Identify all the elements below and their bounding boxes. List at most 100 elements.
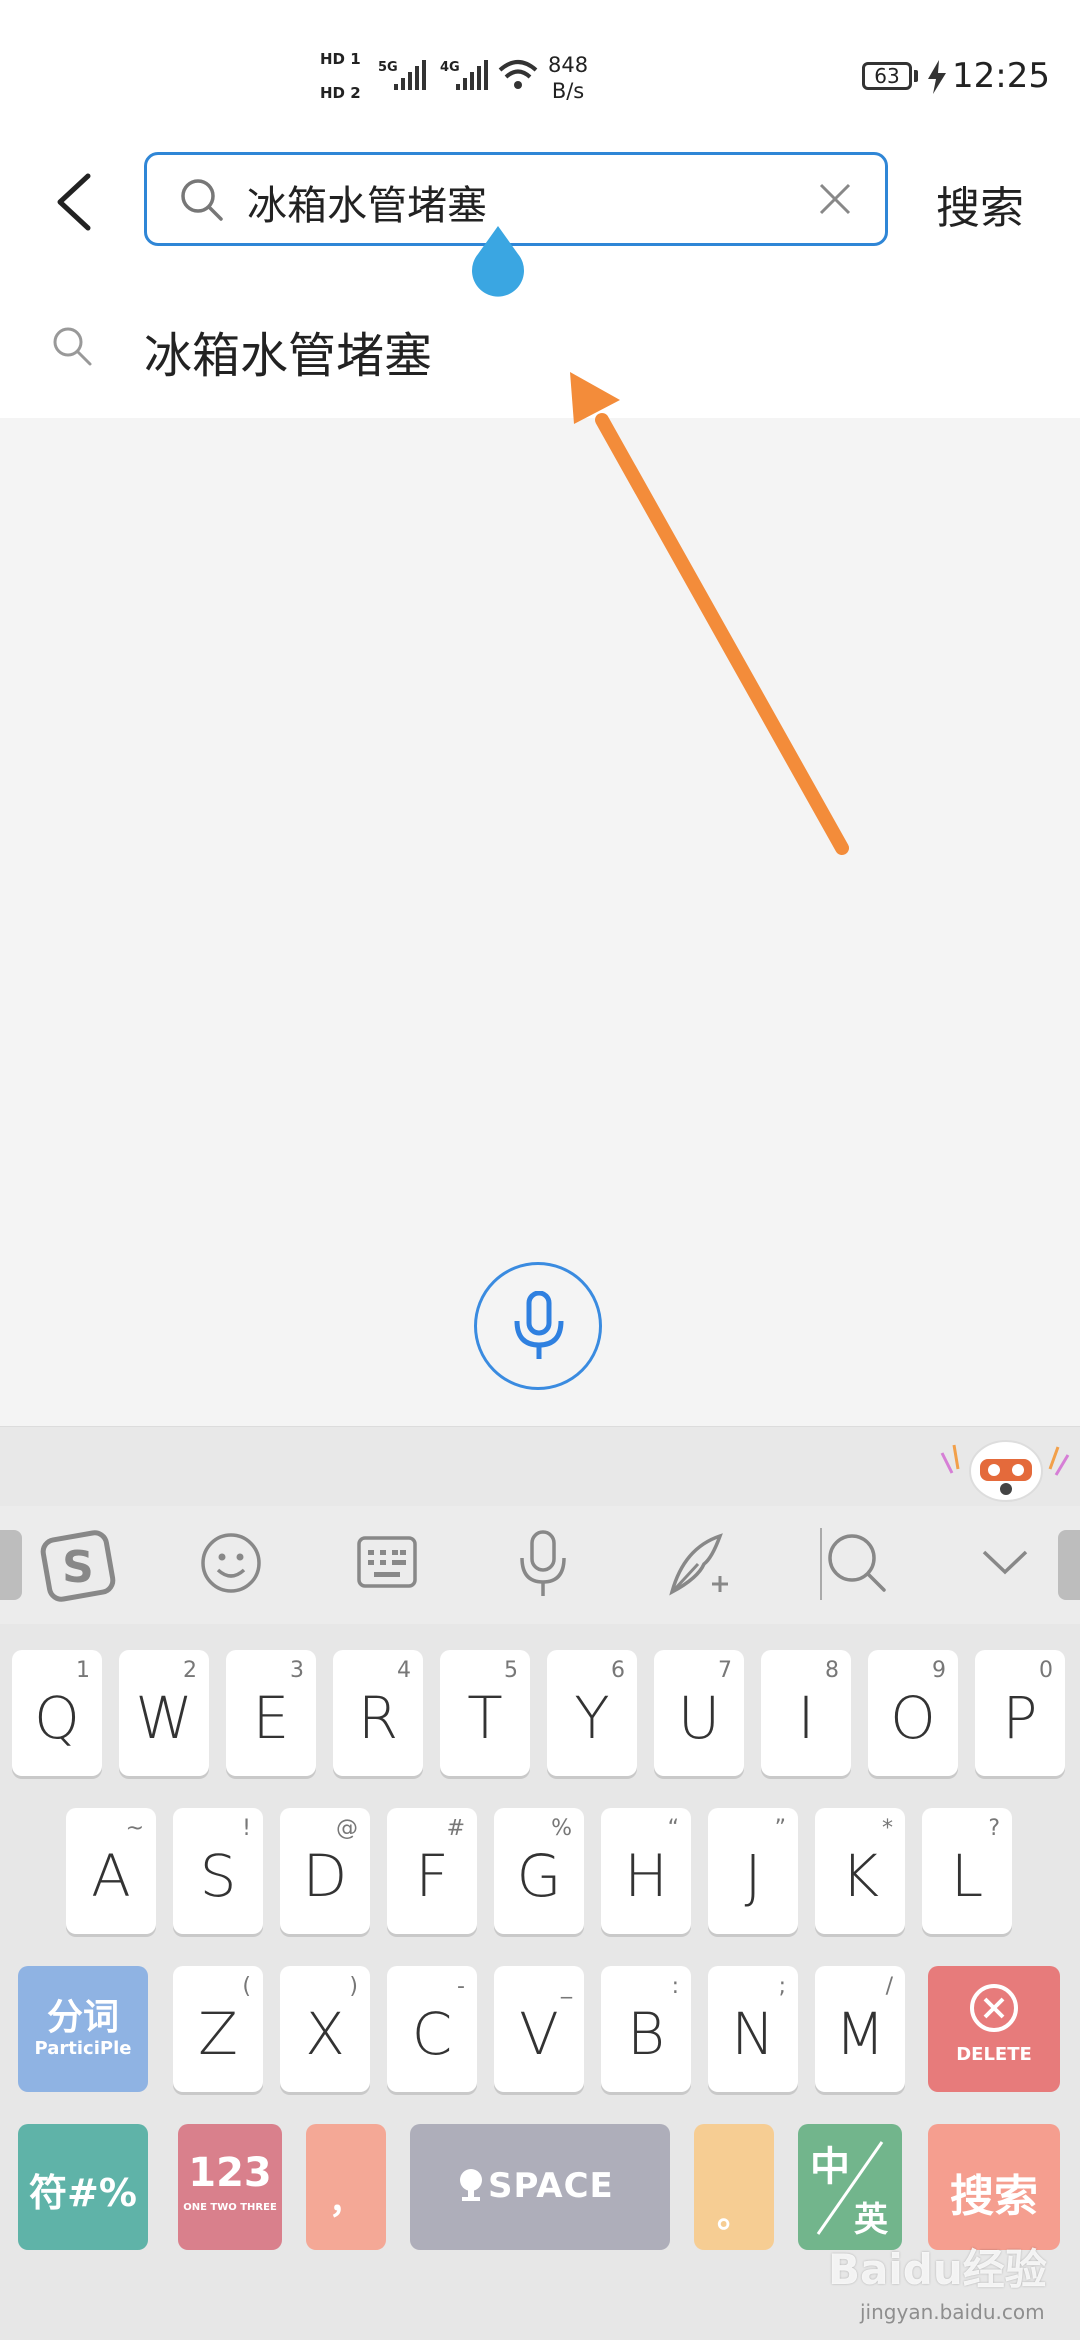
key-sub-label: ;: [778, 1974, 786, 1999]
key-sub-label: -: [457, 1974, 465, 1999]
delete-icon: [970, 1984, 1018, 2032]
key-sub-label: @: [336, 1816, 358, 1841]
key-label: A: [91, 1842, 131, 1910]
enter-search-key[interactable]: 搜索: [928, 2124, 1060, 2250]
key-sub-label: ): [349, 1974, 358, 1999]
mascot-icon[interactable]: [940, 1433, 1070, 1503]
microphone-icon[interactable]: [512, 1528, 574, 1600]
key-label: R: [357, 1684, 399, 1752]
key-b[interactable]: :B: [601, 1966, 691, 2092]
key-v[interactable]: _ V: [494, 1966, 584, 2092]
sim2-indicator: HD 2: [320, 84, 361, 102]
collapse-keyboard-icon[interactable]: [980, 1542, 1030, 1582]
sogou-logo-icon[interactable]: S: [38, 1526, 118, 1606]
key-label: V: [519, 2000, 559, 2068]
key-sub-label: 3: [290, 1658, 304, 1683]
network-speed-value: 848: [548, 53, 589, 77]
battery-cap: [914, 70, 918, 82]
key-r[interactable]: 4R: [333, 1650, 423, 1776]
emoji-icon[interactable]: [198, 1530, 264, 1596]
keyboard-icon[interactable]: [356, 1532, 418, 1592]
key-sub-label: (: [242, 1974, 251, 1999]
delete-key[interactable]: DELETE: [928, 1966, 1060, 2092]
key-label: N: [731, 2000, 775, 2068]
key-d[interactable]: @ D: [280, 1808, 370, 1934]
comma-key[interactable]: ，: [306, 2124, 386, 2250]
space-key[interactable]: SPACE: [410, 2124, 670, 2250]
key-sub-label: !: [242, 1816, 251, 1841]
text-cursor-handle[interactable]: [468, 226, 528, 298]
space-label: SPACE: [488, 2166, 614, 2206]
key-j[interactable]: ” J: [708, 1808, 798, 1934]
key-u[interactable]: 7U: [654, 1650, 744, 1776]
symbols-label: 符#%: [29, 2171, 137, 2215]
charging-icon: [928, 60, 946, 94]
key-sub-label: %: [551, 1816, 572, 1841]
number-sub-label: ONE TWO THREE: [183, 2202, 277, 2213]
clear-icon[interactable]: [817, 181, 853, 217]
handwriting-quill-icon[interactable]: [664, 1528, 736, 1600]
microphone-icon: [460, 2169, 482, 2201]
key-x[interactable]: ) X: [280, 1966, 370, 2092]
key-q[interactable]: 1Q: [12, 1650, 102, 1776]
key-k[interactable]: * K: [815, 1808, 905, 1934]
key-sub-label: 8: [825, 1658, 839, 1683]
key-a[interactable]: ~ A: [66, 1808, 156, 1934]
search-button[interactable]: 搜索: [936, 172, 1024, 236]
sim1-indicator: HD 1: [320, 50, 361, 68]
key-o[interactable]: 9O: [868, 1650, 958, 1776]
key-sub-label: 1: [76, 1658, 90, 1683]
key-l[interactable]: ? L: [922, 1808, 1012, 1934]
key-label: E: [252, 1684, 290, 1752]
key-sub-label: /: [885, 1974, 893, 1999]
key-label: C: [411, 2000, 453, 2068]
key-f[interactable]: # F: [387, 1808, 477, 1934]
key-s[interactable]: ! S: [173, 1808, 263, 1934]
key-sub-label: 4: [397, 1658, 411, 1683]
key-e[interactable]: 3E: [226, 1650, 316, 1776]
period-key[interactable]: 。: [694, 2124, 774, 2250]
symbols-key[interactable]: 符#%: [18, 2124, 148, 2250]
key-t[interactable]: 5T: [440, 1650, 530, 1776]
key-label: H: [624, 1842, 668, 1910]
key-label: G: [516, 1842, 562, 1910]
key-z[interactable]: (Z: [173, 1966, 263, 2092]
scroll-edge-right: [1058, 1530, 1080, 1600]
key-sub-label: *: [882, 1816, 893, 1841]
watermark-text: Baidu经验: [828, 2245, 1047, 2294]
language-switch-key[interactable]: 中 英: [798, 2124, 902, 2250]
key-sub-label: ?: [988, 1816, 1000, 1841]
watermark-url: jingyan.baidu.com: [860, 2300, 1045, 2324]
period-label: 。: [717, 2196, 751, 2236]
key-y[interactable]: 6Y: [547, 1650, 637, 1776]
enter-search-label: 搜索: [950, 2171, 1038, 2222]
signal-icon-2: [456, 60, 488, 90]
key-label: S: [199, 1842, 237, 1910]
key-m[interactable]: / M: [815, 1966, 905, 2092]
toolbar-divider: [820, 1528, 822, 1600]
key-label: Q: [34, 1684, 80, 1752]
participle-key[interactable]: 分词 ParticiPle: [18, 1966, 148, 2092]
key-sub-label: 9: [932, 1658, 946, 1683]
number-key[interactable]: 123 ONE TWO THREE: [178, 2124, 282, 2250]
key-g[interactable]: % G: [494, 1808, 584, 1934]
scroll-edge-left: [0, 1530, 22, 1600]
key-n[interactable]: ; N: [708, 1966, 798, 2092]
key-label: U: [677, 1684, 721, 1752]
status-time: 12:25: [952, 56, 1050, 96]
key-label: T: [467, 1684, 503, 1752]
key-w[interactable]: 2W: [119, 1650, 209, 1776]
suggestion-text: 冰箱水管堵塞: [144, 328, 433, 384]
key-i[interactable]: 8I: [761, 1650, 851, 1776]
back-arrow-icon[interactable]: [52, 172, 96, 232]
search-input-value[interactable]: 冰箱水管堵塞: [247, 173, 487, 231]
battery-indicator: 63: [862, 62, 912, 90]
search-icon[interactable]: [824, 1530, 890, 1596]
keyboard-candidate-bar: [0, 1426, 1080, 1507]
key-p[interactable]: 0P: [975, 1650, 1065, 1776]
search-icon: [181, 179, 223, 221]
key-h[interactable]: “H: [601, 1808, 691, 1934]
key-c[interactable]: -C: [387, 1966, 477, 2092]
voice-search-button[interactable]: [474, 1262, 602, 1390]
suggestion-item[interactable]: 冰箱水管堵塞: [0, 292, 1080, 404]
